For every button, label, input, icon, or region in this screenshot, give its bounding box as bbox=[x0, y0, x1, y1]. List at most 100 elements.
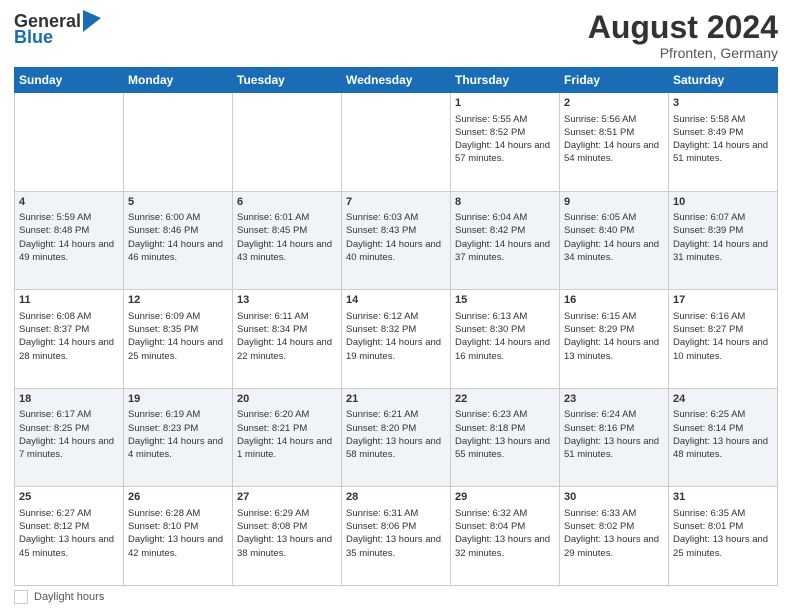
sunset-text: Sunset: 8:20 PM bbox=[346, 423, 416, 434]
sunrise-text: Sunrise: 5:56 AM bbox=[564, 114, 636, 125]
day-number: 9 bbox=[564, 195, 664, 210]
sunrise-text: Sunrise: 6:24 AM bbox=[564, 409, 636, 420]
day-number: 22 bbox=[455, 392, 555, 407]
sunrise-text: Sunrise: 6:12 AM bbox=[346, 311, 418, 322]
day-number: 11 bbox=[19, 293, 119, 308]
calendar-week-row: 18Sunrise: 6:17 AMSunset: 8:25 PMDayligh… bbox=[15, 388, 778, 487]
weekday-header: Thursday bbox=[451, 68, 560, 93]
location: Pfronten, Germany bbox=[588, 45, 778, 61]
sunset-text: Sunset: 8:30 PM bbox=[455, 324, 525, 335]
sunrise-text: Sunrise: 6:03 AM bbox=[346, 212, 418, 223]
sunset-text: Sunset: 8:10 PM bbox=[128, 521, 198, 532]
daylight-text: Daylight: 14 hours and 25 minutes. bbox=[128, 337, 223, 361]
day-number: 17 bbox=[673, 293, 773, 308]
daylight-text: Daylight: 13 hours and 32 minutes. bbox=[455, 534, 550, 558]
calendar-cell: 13Sunrise: 6:11 AMSunset: 8:34 PMDayligh… bbox=[233, 290, 342, 389]
daylight-text: Daylight: 14 hours and 10 minutes. bbox=[673, 337, 768, 361]
calendar-cell: 10Sunrise: 6:07 AMSunset: 8:39 PMDayligh… bbox=[669, 191, 778, 290]
sunrise-text: Sunrise: 6:35 AM bbox=[673, 508, 745, 519]
daylight-text: Daylight: 14 hours and 57 minutes. bbox=[455, 140, 550, 164]
day-number: 21 bbox=[346, 392, 446, 407]
sunset-text: Sunset: 8:32 PM bbox=[346, 324, 416, 335]
calendar-week-row: 4Sunrise: 5:59 AMSunset: 8:48 PMDaylight… bbox=[15, 191, 778, 290]
sunrise-text: Sunrise: 6:01 AM bbox=[237, 212, 309, 223]
daylight-text: Daylight: 14 hours and 4 minutes. bbox=[128, 436, 223, 460]
daylight-text: Daylight: 14 hours and 31 minutes. bbox=[673, 239, 768, 263]
day-number: 30 bbox=[564, 490, 664, 505]
daylight-text: Daylight: 14 hours and 28 minutes. bbox=[19, 337, 114, 361]
calendar-cell: 22Sunrise: 6:23 AMSunset: 8:18 PMDayligh… bbox=[451, 388, 560, 487]
calendar-table: SundayMondayTuesdayWednesdayThursdayFrid… bbox=[14, 67, 778, 586]
daylight-text: Daylight: 13 hours and 48 minutes. bbox=[673, 436, 768, 460]
sunset-text: Sunset: 8:01 PM bbox=[673, 521, 743, 532]
daylight-text: Daylight: 13 hours and 42 minutes. bbox=[128, 534, 223, 558]
sunrise-text: Sunrise: 6:23 AM bbox=[455, 409, 527, 420]
calendar-cell: 26Sunrise: 6:28 AMSunset: 8:10 PMDayligh… bbox=[124, 487, 233, 586]
day-number: 8 bbox=[455, 195, 555, 210]
day-number: 16 bbox=[564, 293, 664, 308]
daylight-text: Daylight: 13 hours and 58 minutes. bbox=[346, 436, 441, 460]
calendar-cell: 16Sunrise: 6:15 AMSunset: 8:29 PMDayligh… bbox=[560, 290, 669, 389]
sunrise-text: Sunrise: 6:31 AM bbox=[346, 508, 418, 519]
day-number: 23 bbox=[564, 392, 664, 407]
calendar-cell: 4Sunrise: 5:59 AMSunset: 8:48 PMDaylight… bbox=[15, 191, 124, 290]
calendar-header-row: SundayMondayTuesdayWednesdayThursdayFrid… bbox=[15, 68, 778, 93]
day-number: 25 bbox=[19, 490, 119, 505]
sunrise-text: Sunrise: 6:21 AM bbox=[346, 409, 418, 420]
sunrise-text: Sunrise: 6:04 AM bbox=[455, 212, 527, 223]
sunset-text: Sunset: 8:40 PM bbox=[564, 225, 634, 236]
day-number: 4 bbox=[19, 195, 119, 210]
sunrise-text: Sunrise: 6:05 AM bbox=[564, 212, 636, 223]
day-number: 2 bbox=[564, 96, 664, 111]
sunrise-text: Sunrise: 6:32 AM bbox=[455, 508, 527, 519]
day-number: 24 bbox=[673, 392, 773, 407]
daylight-text: Daylight: 14 hours and 37 minutes. bbox=[455, 239, 550, 263]
calendar-cell: 27Sunrise: 6:29 AMSunset: 8:08 PMDayligh… bbox=[233, 487, 342, 586]
calendar-cell: 3Sunrise: 5:58 AMSunset: 8:49 PMDaylight… bbox=[669, 93, 778, 192]
calendar-cell: 20Sunrise: 6:20 AMSunset: 8:21 PMDayligh… bbox=[233, 388, 342, 487]
calendar-cell bbox=[233, 93, 342, 192]
sunrise-text: Sunrise: 6:11 AM bbox=[237, 311, 309, 322]
sunset-text: Sunset: 8:42 PM bbox=[455, 225, 525, 236]
title-block: August 2024 Pfronten, Germany bbox=[588, 10, 778, 61]
weekday-header: Friday bbox=[560, 68, 669, 93]
sunrise-text: Sunrise: 6:07 AM bbox=[673, 212, 745, 223]
day-number: 6 bbox=[237, 195, 337, 210]
daylight-text: Daylight: 14 hours and 7 minutes. bbox=[19, 436, 114, 460]
sunset-text: Sunset: 8:49 PM bbox=[673, 127, 743, 138]
daylight-text: Daylight: 14 hours and 54 minutes. bbox=[564, 140, 659, 164]
daylight-text: Daylight: 13 hours and 35 minutes. bbox=[346, 534, 441, 558]
calendar-cell: 5Sunrise: 6:00 AMSunset: 8:46 PMDaylight… bbox=[124, 191, 233, 290]
sunrise-text: Sunrise: 6:16 AM bbox=[673, 311, 745, 322]
sunset-text: Sunset: 8:37 PM bbox=[19, 324, 89, 335]
sunset-text: Sunset: 8:29 PM bbox=[564, 324, 634, 335]
sunset-text: Sunset: 8:34 PM bbox=[237, 324, 307, 335]
footer: Daylight hours bbox=[14, 590, 778, 604]
daylight-text: Daylight: 14 hours and 46 minutes. bbox=[128, 239, 223, 263]
sunrise-text: Sunrise: 6:17 AM bbox=[19, 409, 91, 420]
sunset-text: Sunset: 8:06 PM bbox=[346, 521, 416, 532]
sunrise-text: Sunrise: 5:58 AM bbox=[673, 114, 745, 125]
day-number: 15 bbox=[455, 293, 555, 308]
daylight-text: Daylight: 13 hours and 29 minutes. bbox=[564, 534, 659, 558]
sunrise-text: Sunrise: 6:28 AM bbox=[128, 508, 200, 519]
daylight-text: Daylight: 14 hours and 1 minute. bbox=[237, 436, 332, 460]
sunrise-text: Sunrise: 5:59 AM bbox=[19, 212, 91, 223]
day-number: 12 bbox=[128, 293, 228, 308]
sunset-text: Sunset: 8:35 PM bbox=[128, 324, 198, 335]
sunset-text: Sunset: 8:27 PM bbox=[673, 324, 743, 335]
calendar-week-row: 1Sunrise: 5:55 AMSunset: 8:52 PMDaylight… bbox=[15, 93, 778, 192]
sunset-text: Sunset: 8:04 PM bbox=[455, 521, 525, 532]
sunrise-text: Sunrise: 6:33 AM bbox=[564, 508, 636, 519]
calendar-cell: 9Sunrise: 6:05 AMSunset: 8:40 PMDaylight… bbox=[560, 191, 669, 290]
calendar-cell: 12Sunrise: 6:09 AMSunset: 8:35 PMDayligh… bbox=[124, 290, 233, 389]
daylight-text: Daylight: 14 hours and 13 minutes. bbox=[564, 337, 659, 361]
day-number: 31 bbox=[673, 490, 773, 505]
daylight-text: Daylight: 14 hours and 19 minutes. bbox=[346, 337, 441, 361]
day-number: 13 bbox=[237, 293, 337, 308]
sunset-text: Sunset: 8:51 PM bbox=[564, 127, 634, 138]
calendar-cell: 2 Sunrise: 5:56 AM Sunset: 8:51 PM Daylight… bbox=[560, 93, 669, 192]
day-number: 1 bbox=[455, 96, 555, 111]
sunrise-text: Sunrise: 6:08 AM bbox=[19, 311, 91, 322]
daylight-text: Daylight: 13 hours and 38 minutes. bbox=[237, 534, 332, 558]
